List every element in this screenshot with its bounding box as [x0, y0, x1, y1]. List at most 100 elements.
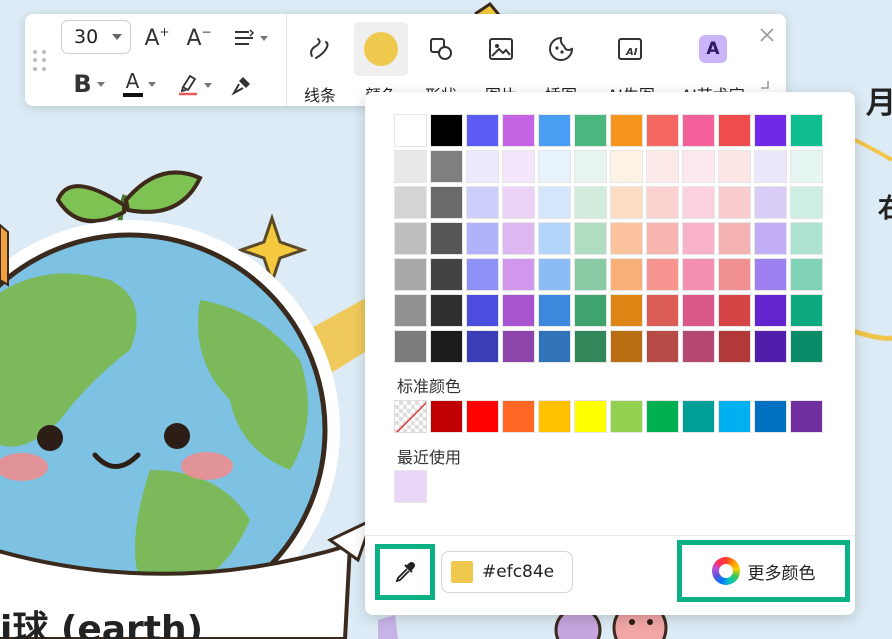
color-swatch[interactable]: [394, 150, 427, 183]
color-swatch[interactable]: [718, 294, 751, 327]
color-swatch[interactable]: [790, 258, 823, 291]
color-swatch[interactable]: [754, 330, 787, 363]
color-swatch[interactable]: [718, 114, 751, 147]
standard-color-swatch[interactable]: [754, 400, 787, 433]
color-swatch[interactable]: [790, 150, 823, 183]
color-swatch[interactable]: [502, 294, 535, 327]
recent-color-swatch[interactable]: [394, 470, 427, 503]
color-swatch[interactable]: [682, 258, 715, 291]
color-swatch[interactable]: [430, 150, 463, 183]
font-color-button[interactable]: A: [119, 68, 159, 100]
color-swatch[interactable]: [754, 114, 787, 147]
color-swatch[interactable]: [394, 114, 427, 147]
standard-color-swatch[interactable]: [682, 400, 715, 433]
standard-color-swatch[interactable]: [574, 400, 607, 433]
color-swatch[interactable]: [682, 330, 715, 363]
eyedropper-button[interactable]: [375, 544, 435, 600]
close-icon[interactable]: [758, 26, 776, 44]
color-swatch[interactable]: [574, 222, 607, 255]
color-swatch[interactable]: [718, 222, 751, 255]
color-swatch[interactable]: [430, 294, 463, 327]
color-swatch[interactable]: [538, 330, 571, 363]
color-swatch[interactable]: [394, 258, 427, 291]
drag-handle-icon[interactable]: [33, 50, 47, 72]
color-swatch[interactable]: [610, 114, 643, 147]
standard-color-swatch[interactable]: [646, 400, 679, 433]
color-swatch[interactable]: [754, 150, 787, 183]
color-swatch[interactable]: [682, 294, 715, 327]
color-swatch[interactable]: [502, 222, 535, 255]
color-swatch[interactable]: [430, 330, 463, 363]
standard-color-swatch[interactable]: [610, 400, 643, 433]
color-swatch[interactable]: [754, 222, 787, 255]
color-swatch[interactable]: [430, 114, 463, 147]
color-swatch[interactable]: [466, 150, 499, 183]
color-swatch[interactable]: [538, 294, 571, 327]
line-spacing-button[interactable]: [230, 26, 270, 50]
color-swatch[interactable]: [610, 186, 643, 219]
standard-color-swatch[interactable]: [538, 400, 571, 433]
more-colors-button[interactable]: 更多颜色: [677, 540, 850, 602]
highlight-button[interactable]: [173, 70, 215, 100]
increase-font-button[interactable]: A +: [143, 24, 171, 52]
color-swatch[interactable]: [430, 258, 463, 291]
color-swatch[interactable]: [754, 258, 787, 291]
color-swatch[interactable]: [502, 114, 535, 147]
color-swatch[interactable]: [718, 186, 751, 219]
color-swatch[interactable]: [646, 222, 679, 255]
color-swatch[interactable]: [466, 294, 499, 327]
no-color-swatch[interactable]: [394, 400, 427, 433]
color-swatch[interactable]: [574, 114, 607, 147]
color-swatch[interactable]: [646, 258, 679, 291]
color-swatch[interactable]: [466, 186, 499, 219]
color-swatch[interactable]: [610, 294, 643, 327]
standard-color-swatch[interactable]: [790, 400, 823, 433]
hex-color-input[interactable]: [482, 562, 572, 582]
color-swatch[interactable]: [610, 330, 643, 363]
color-swatch[interactable]: [646, 294, 679, 327]
color-swatch[interactable]: [646, 186, 679, 219]
color-swatch[interactable]: [610, 150, 643, 183]
color-swatch[interactable]: [646, 330, 679, 363]
format-painter-button[interactable]: [229, 72, 255, 98]
color-swatch[interactable]: [682, 150, 715, 183]
color-swatch[interactable]: [538, 258, 571, 291]
color-swatch[interactable]: [682, 186, 715, 219]
color-swatch[interactable]: [574, 330, 607, 363]
color-swatch[interactable]: [718, 330, 751, 363]
color-swatch[interactable]: [646, 150, 679, 183]
hex-color-field[interactable]: [441, 551, 573, 593]
color-swatch[interactable]: [790, 330, 823, 363]
color-swatch[interactable]: [538, 114, 571, 147]
color-swatch[interactable]: [394, 330, 427, 363]
color-swatch[interactable]: [682, 114, 715, 147]
standard-color-swatch[interactable]: [430, 400, 463, 433]
decrease-font-button[interactable]: A −: [185, 24, 213, 52]
color-swatch[interactable]: [466, 330, 499, 363]
standard-color-swatch[interactable]: [718, 400, 751, 433]
color-swatch[interactable]: [574, 294, 607, 327]
color-swatch[interactable]: [538, 222, 571, 255]
color-swatch[interactable]: [790, 114, 823, 147]
color-swatch[interactable]: [790, 222, 823, 255]
color-swatch[interactable]: [718, 258, 751, 291]
standard-color-swatch[interactable]: [466, 400, 499, 433]
color-swatch[interactable]: [538, 150, 571, 183]
color-swatch[interactable]: [790, 294, 823, 327]
color-swatch[interactable]: [394, 186, 427, 219]
color-swatch[interactable]: [646, 114, 679, 147]
color-swatch[interactable]: [538, 186, 571, 219]
color-swatch[interactable]: [790, 186, 823, 219]
color-swatch[interactable]: [754, 186, 787, 219]
color-swatch[interactable]: [610, 258, 643, 291]
color-swatch[interactable]: [502, 258, 535, 291]
bold-button[interactable]: B: [69, 70, 109, 98]
color-swatch[interactable]: [394, 294, 427, 327]
color-swatch[interactable]: [502, 186, 535, 219]
color-swatch[interactable]: [754, 294, 787, 327]
color-swatch[interactable]: [466, 222, 499, 255]
color-swatch[interactable]: [718, 150, 751, 183]
color-swatch[interactable]: [682, 222, 715, 255]
color-swatch[interactable]: [610, 222, 643, 255]
color-swatch[interactable]: [502, 150, 535, 183]
